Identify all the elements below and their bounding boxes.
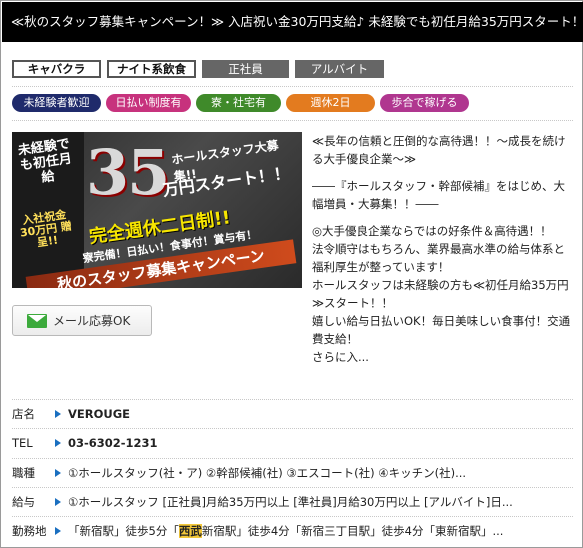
info-label: 給与 [12,495,35,509]
mail-apply-button[interactable]: メール応募OK [12,305,152,336]
location-highlight: 西武 [178,524,202,538]
arrow-right-icon [55,439,61,447]
job-listing-card: ≪秋のスタッフ募集キャンペーン！≫ 入店祝い金30万円支給♪ 未経験でも初任月給… [0,0,583,548]
badge-dormitory: 寮・社宅有 [196,94,281,112]
divider [12,86,573,87]
banner-text: 未経験でも初任月給 [17,136,73,186]
badge-daily-pay: 日払い制度有 [106,94,191,112]
info-label: 職種 [12,466,35,480]
badge-inexperienced-welcome: 未経験者歓迎 [12,94,101,112]
badge-two-days-off: 週休2日 [286,94,375,112]
arrow-right-icon [55,498,61,506]
location-text: 「新宿駅」徒歩5分「 [68,524,179,538]
tag-cabaret: キャバクラ [12,60,101,78]
arrow-right-icon [55,527,61,535]
job-types: ①ホールスタッフ(社・ア) ②幹部候補(社) ③エスコート(社) ④キッチン(社… [68,466,467,480]
feature-badges: 未経験者歓迎 日払い制度有 寮・社宅有 週休2日 歩合で稼げる [12,94,469,112]
description-paragraph: ◎大手優良企業ならではの好条件＆高待遇！！ 法令順守はもちろん、業界最高水準の給… [312,224,571,364]
arrow-right-icon [55,469,61,477]
badge-commission: 歩合で稼げる [380,94,469,112]
banner-big-number: 35 [86,136,170,209]
tag-night-dining: ナイト系飲食 [107,60,196,78]
description-paragraph: ――『ホールスタッフ・幹部候補』をはじめ、大幅増員・大募集！！―― [312,179,565,211]
mail-icon [27,313,47,328]
divider [12,120,573,121]
listing-title[interactable]: ≪秋のスタッフ募集キャンペーン！≫ 入店祝い金30万円支給♪ 未経験でも初任月給… [2,2,583,42]
category-tags: キャバクラ ナイト系飲食 正社員 アルバイト [12,60,384,78]
salary: ①ホールスタッフ [正社員]月給35万円以上 [準社員]月給30万円以上 [アル… [68,495,513,509]
info-row-pay: 給与 ①ホールスタッフ [正社員]月給35万円以上 [準社員]月給30万円以上 … [12,488,573,516]
job-description: ≪長年の信頼と圧倒的な高待遇！！～成長を続ける大手優良企業～≫ ――『ホールスタ… [312,132,574,366]
recruitment-banner-image[interactable]: 未経験でも初任月給 35 ホールスタッフ大募集!! 万円スタート！！ 入社祝金 … [12,132,302,288]
info-label: TEL [12,436,33,450]
work-location: 「新宿駅」徒歩5分「西武新宿駅」徒歩4分「新宿三丁目駅」徒歩4分「東新宿駅」..… [68,523,503,539]
info-row-tel: TEL 03-6302-1231 [12,429,573,457]
info-row-job: 職種 ①ホールスタッフ(社・ア) ②幹部候補(社) ③エスコート(社) ④キッチ… [12,459,573,487]
tag-full-time: 正社員 [202,60,289,78]
info-row-location: 勤務地 「新宿駅」徒歩5分「西武新宿駅」徒歩4分「新宿三丁目駅」徒歩4分「東新宿… [12,517,573,545]
info-label: 店名 [12,407,35,421]
arrow-right-icon [55,410,61,418]
info-label: 勤務地 [12,524,47,538]
shop-name: VEROUGE [68,407,131,421]
description-paragraph: ≪長年の信頼と圧倒的な高待遇！！～成長を続ける大手優良企業～≫ [312,134,566,166]
phone-number[interactable]: 03-6302-1231 [68,436,158,450]
tag-part-time: アルバイト [295,60,384,78]
info-row-shop: 店名 VEROUGE [12,400,573,428]
mail-apply-label: メール応募OK [53,314,131,328]
location-text: 新宿駅」徒歩4分「新宿三丁目駅」徒歩4分「東新宿駅」... [201,524,504,538]
